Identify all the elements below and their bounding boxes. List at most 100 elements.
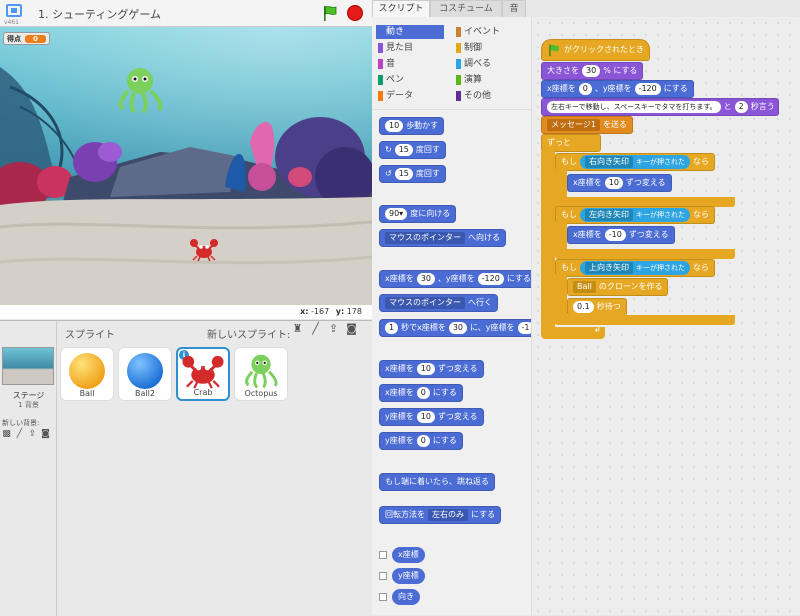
seconds-input[interactable]: 1 bbox=[385, 322, 399, 334]
upload-icon[interactable]: ⇪ bbox=[27, 429, 38, 439]
block-change-x[interactable]: x座標を 10 ずつ変える bbox=[567, 174, 672, 192]
y-input[interactable]: -120 bbox=[634, 83, 661, 95]
block-rotation-style[interactable]: 回転方法を 左右のみ にする bbox=[379, 506, 502, 524]
key-pressed-sensor[interactable]: 左向き矢印 キーが押された bbox=[580, 208, 690, 222]
block-point-direction[interactable]: 90▾ 度に向ける bbox=[379, 205, 457, 223]
block-change-x[interactable]: x座標を 10 ずつ変える bbox=[379, 360, 484, 378]
octopus-sprite[interactable] bbox=[113, 65, 167, 115]
block-goto-xy[interactable]: x座標を 0 、y座標を -120 にする bbox=[541, 80, 694, 98]
checkbox-y-position[interactable] bbox=[379, 572, 387, 580]
sprite-tile-octopus[interactable]: Octopus bbox=[234, 347, 288, 401]
block-set-x[interactable]: x座標を 0 にする bbox=[379, 384, 463, 402]
tab-sounds[interactable]: 音 bbox=[502, 0, 526, 17]
block-turn-right[interactable]: ↻ 15 度回す bbox=[379, 141, 446, 159]
degrees-input[interactable]: 15 bbox=[394, 168, 413, 180]
y-input[interactable]: -120 bbox=[477, 273, 504, 285]
size-input[interactable]: 30 bbox=[582, 65, 601, 77]
y-input[interactable]: 0 bbox=[416, 435, 430, 447]
block-set-y[interactable]: y座標を 0 にする bbox=[379, 432, 463, 450]
x-input[interactable]: -10 bbox=[604, 229, 626, 241]
x-input[interactable]: 10 bbox=[604, 177, 623, 189]
reporter-x-position[interactable]: x座標 bbox=[392, 547, 425, 563]
block-glide[interactable]: 1 秒でx座標を 30 に、y座標を -1 bbox=[379, 319, 531, 337]
category-control[interactable]: 制御 bbox=[454, 41, 522, 55]
sprite-tile-ball2[interactable]: Ball2 bbox=[118, 347, 172, 401]
rotation-dropdown[interactable]: 左右のみ bbox=[428, 509, 468, 521]
checkbox-direction[interactable] bbox=[379, 593, 387, 601]
block-broadcast[interactable]: メッセージ1 を送る bbox=[541, 116, 633, 134]
x-input[interactable]: 30 bbox=[416, 273, 435, 285]
block-set-size[interactable]: 大きさを 30 % にする bbox=[541, 62, 644, 80]
block-change-y[interactable]: y座標を 10 ずつ変える bbox=[379, 408, 484, 426]
key-pressed-sensor[interactable]: 右向き矢印 キーが押された bbox=[580, 155, 690, 169]
paint-brush-icon[interactable]: ╱ bbox=[309, 323, 322, 337]
category-sensing[interactable]: 調べる bbox=[454, 57, 522, 71]
category-motion[interactable]: 動き bbox=[376, 25, 444, 39]
block-if-left-arrow[interactable]: もし 左向き矢印 キーが押された なら bbox=[555, 206, 715, 224]
image-library-icon[interactable]: ▩ bbox=[1, 429, 12, 439]
key-dropdown[interactable]: 右向き矢印 bbox=[585, 156, 633, 168]
camera-icon[interactable]: ◙ bbox=[345, 323, 358, 337]
seconds-input[interactable]: 0.1 bbox=[573, 301, 594, 313]
block-change-x[interactable]: x座標を -10 ずつ変える bbox=[567, 226, 675, 244]
block-say-for-secs[interactable]: 左右キーで移動し、スペースキーでタマを打ちます。 と 2 秒言う bbox=[541, 98, 779, 116]
block-point-towards[interactable]: マウスのポインター へ向ける bbox=[379, 229, 506, 247]
stop-icon[interactable] bbox=[347, 5, 363, 21]
key-pressed-sensor[interactable]: 上向き矢印 キーが押された bbox=[580, 261, 690, 275]
reporter-y-position[interactable]: y座標 bbox=[392, 568, 425, 584]
fullscreen-icon[interactable] bbox=[6, 4, 22, 17]
message-dropdown[interactable]: メッセージ1 bbox=[547, 119, 600, 131]
key-dropdown[interactable]: 上向き矢印 bbox=[585, 262, 633, 274]
block-goto[interactable]: マウスのポインター へ行く bbox=[379, 294, 498, 312]
block-goto-xy[interactable]: x座標を 30 、y座標を -120 にする bbox=[379, 270, 531, 288]
block-if-right-arrow[interactable]: もし 右向き矢印 キーが押された なら bbox=[555, 153, 715, 171]
sprite-tile-crab[interactable]: i Crab bbox=[176, 347, 230, 401]
message-input[interactable]: 左右キーで移動し、スペースキーでタマを打ちます。 bbox=[547, 101, 721, 113]
y-input[interactable]: 10 bbox=[416, 411, 435, 423]
script-area[interactable]: がクリックされたとき 大きさを 30 % にする x座標を 0 、y座標を -1… bbox=[532, 17, 800, 615]
degrees-input[interactable]: 15 bbox=[394, 144, 413, 156]
key-dropdown[interactable]: 左向き矢印 bbox=[585, 209, 633, 221]
steps-input[interactable]: 10 bbox=[385, 120, 404, 132]
green-flag-icon[interactable] bbox=[321, 4, 339, 22]
target-dropdown[interactable]: マウスのポインター bbox=[385, 232, 465, 244]
checkbox-x-position[interactable] bbox=[379, 551, 387, 559]
category-looks[interactable]: 見た目 bbox=[376, 41, 444, 55]
block-if-up-arrow[interactable]: もし 上向き矢印 キーが押された なら bbox=[555, 259, 715, 277]
block-when-flag-clicked[interactable]: がクリックされたとき bbox=[541, 39, 650, 61]
tab-costumes[interactable]: コスチューム bbox=[430, 0, 502, 17]
category-events[interactable]: イベント bbox=[454, 25, 522, 39]
category-operators[interactable]: 演算 bbox=[454, 73, 522, 87]
direction-input[interactable]: 90▾ bbox=[385, 208, 408, 220]
stage-thumbnail[interactable] bbox=[2, 347, 54, 385]
project-title[interactable]: 1. シューティングゲーム bbox=[38, 6, 161, 22]
x-input[interactable]: 0 bbox=[578, 83, 592, 95]
block-create-clone[interactable]: Ball のクローンを作る bbox=[567, 278, 669, 296]
x-input[interactable]: 30 bbox=[448, 322, 468, 334]
category-sound[interactable]: 音 bbox=[376, 57, 444, 71]
camera-icon[interactable]: ◙ bbox=[40, 429, 51, 439]
block-move-steps[interactable]: 10 歩動かす bbox=[379, 117, 445, 135]
reporter-direction[interactable]: 向き bbox=[392, 589, 420, 605]
category-more[interactable]: その他 bbox=[454, 89, 522, 103]
stage-canvas[interactable]: 得点 0 bbox=[0, 27, 372, 305]
y-input[interactable]: -1 bbox=[517, 322, 531, 334]
block-label: 秒でx座標を bbox=[401, 323, 446, 332]
tab-scripts[interactable]: スクリプト bbox=[372, 0, 430, 17]
category-pen[interactable]: ペン bbox=[376, 73, 444, 87]
sprite-tile-ball[interactable]: Ball bbox=[60, 347, 114, 401]
clone-dropdown[interactable]: Ball bbox=[573, 281, 596, 293]
sprite-library-icon[interactable]: ♜ bbox=[291, 323, 304, 337]
block-turn-left[interactable]: ↺ 15 度回す bbox=[379, 165, 446, 183]
crab-sprite[interactable] bbox=[189, 238, 219, 262]
x-input[interactable]: 10 bbox=[416, 363, 435, 375]
upload-icon[interactable]: ⇪ bbox=[327, 323, 340, 337]
x-input[interactable]: 0 bbox=[416, 387, 430, 399]
seconds-input[interactable]: 2 bbox=[734, 101, 748, 113]
block-forever[interactable]: ずっと bbox=[541, 134, 601, 152]
block-wait[interactable]: 0.1 秒待つ bbox=[567, 298, 627, 316]
target-dropdown[interactable]: マウスのポインター bbox=[385, 297, 465, 309]
category-data[interactable]: データ bbox=[376, 89, 444, 103]
block-bounce[interactable]: もし端に着いたら、跳ね返る bbox=[379, 473, 495, 491]
paint-brush-icon[interactable]: ╱ bbox=[14, 429, 25, 439]
